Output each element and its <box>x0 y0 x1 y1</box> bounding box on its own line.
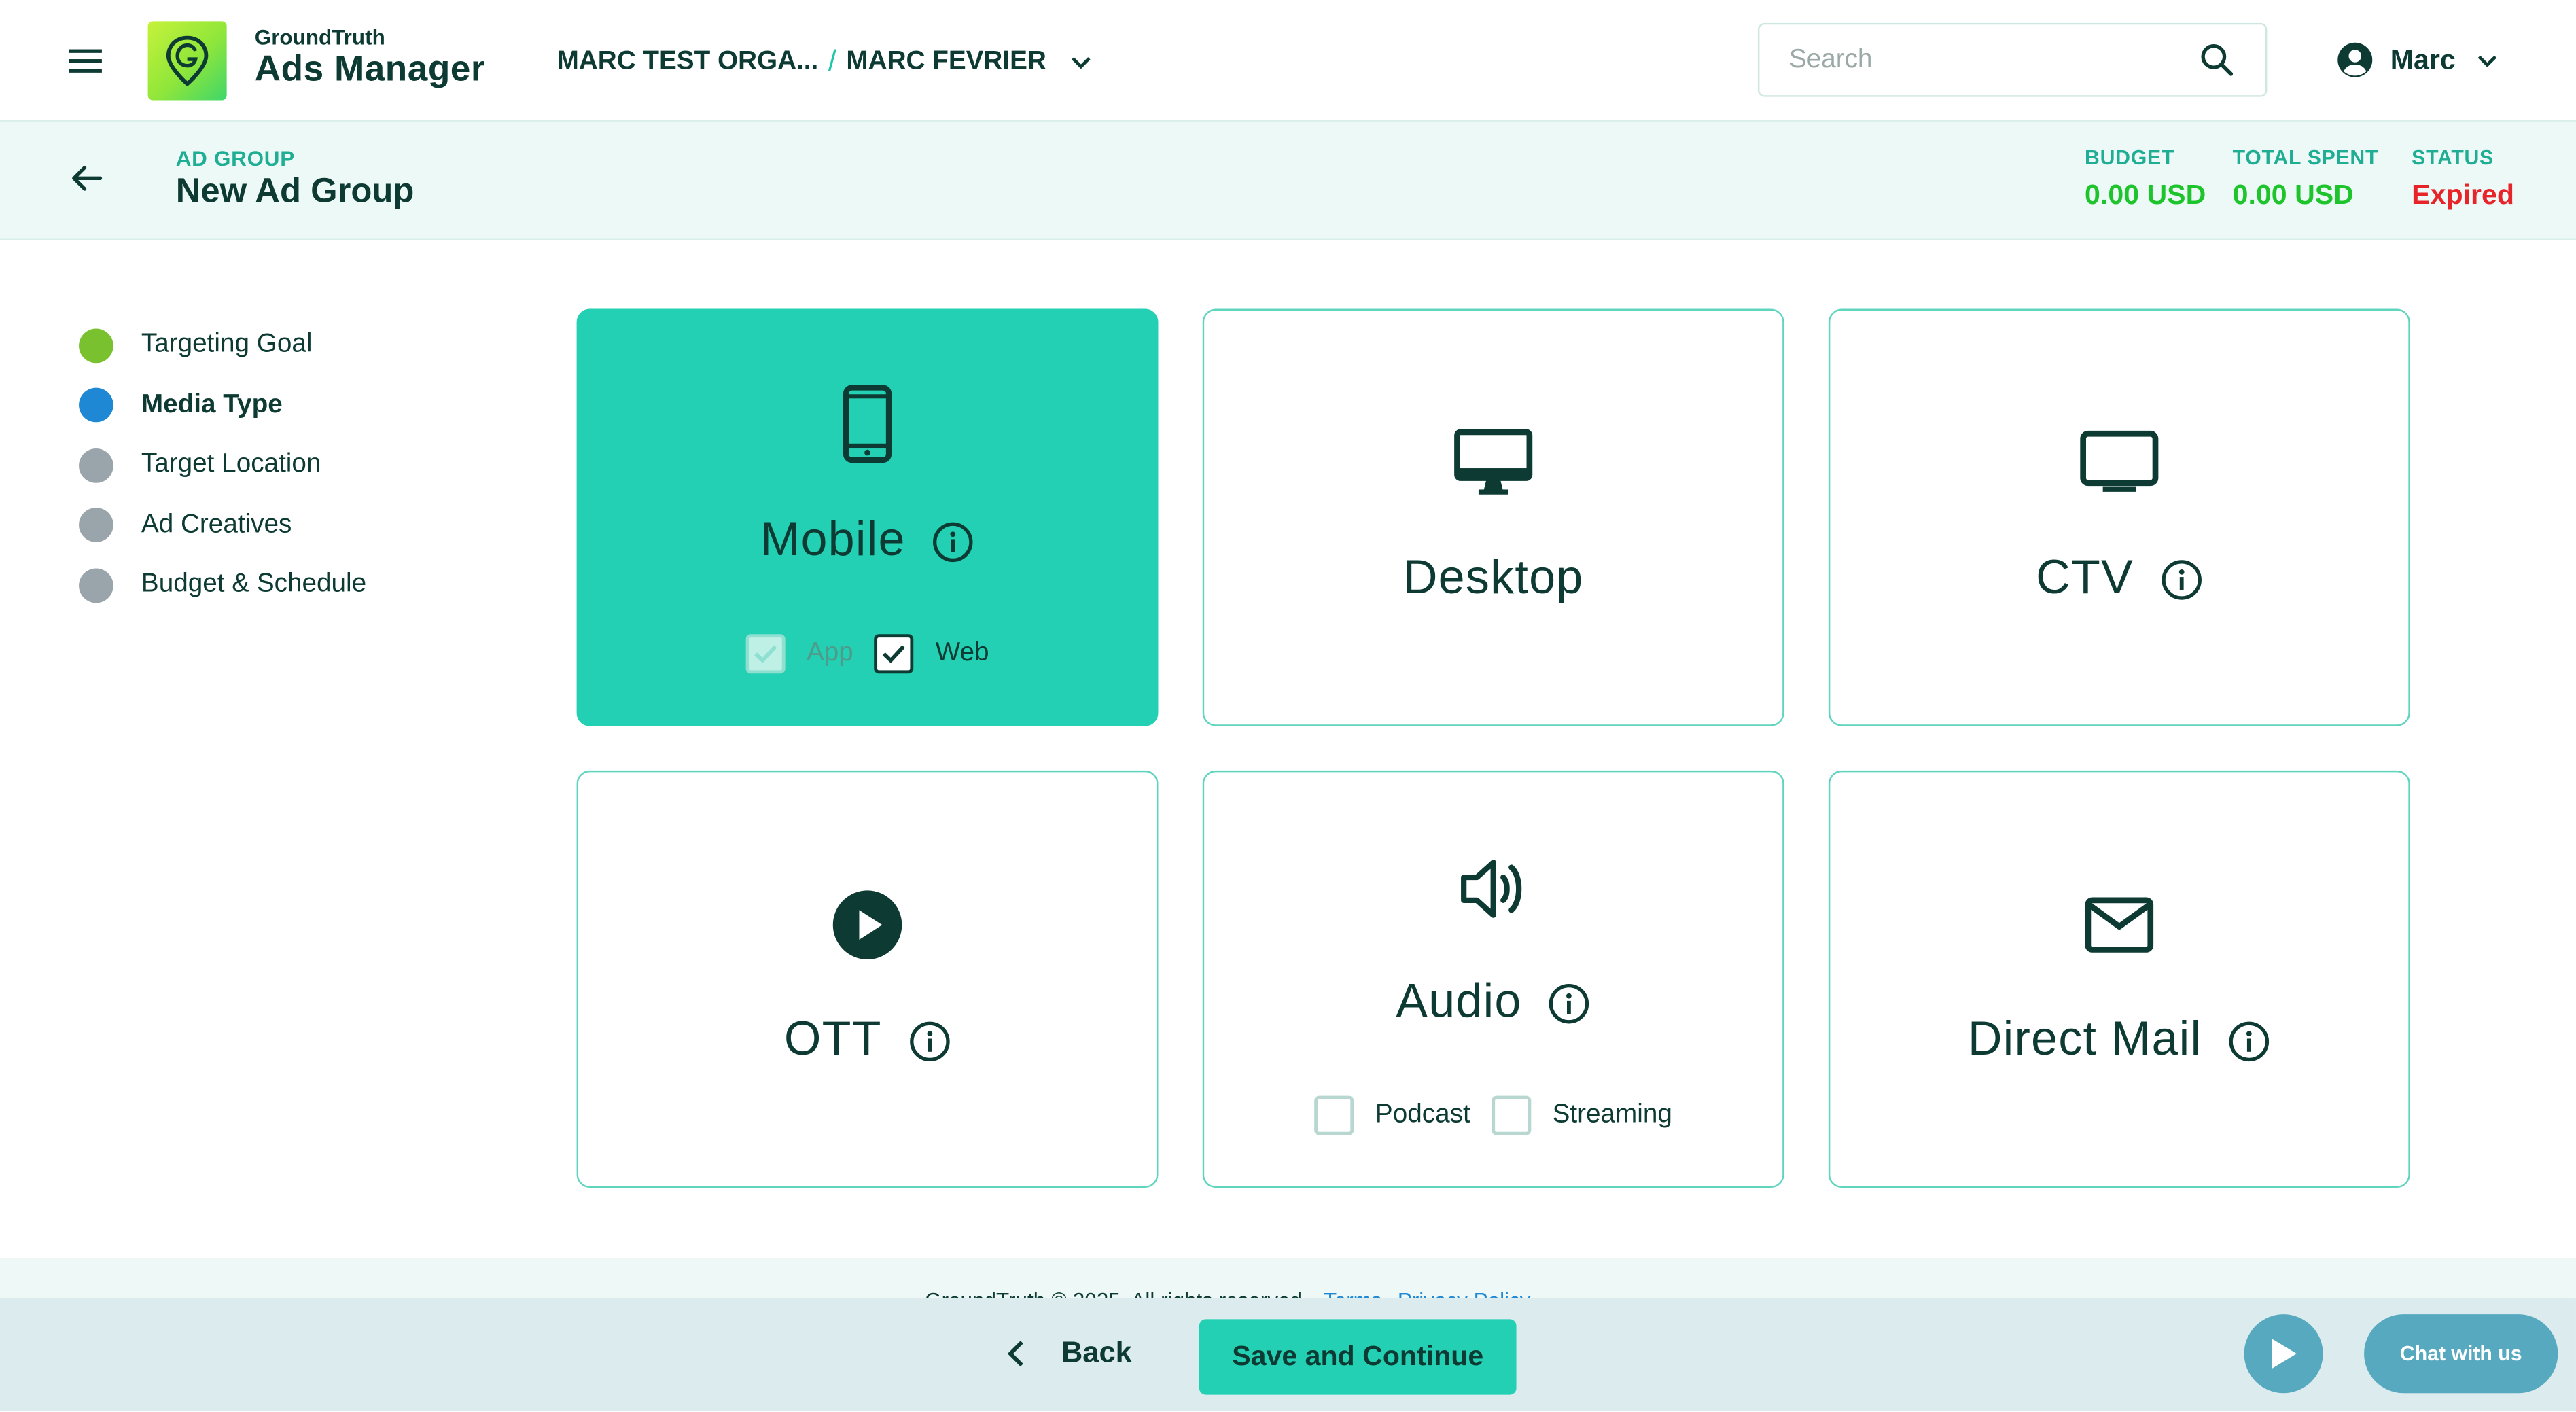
media-title: Direct Mail <box>1967 1013 2202 1067</box>
total-spent-label: TOTAL SPENT <box>2232 146 2379 170</box>
step-label: Target Location <box>141 451 321 479</box>
user-menu[interactable]: Marc <box>2336 41 2499 79</box>
status-label: STATUS <box>2412 146 2494 170</box>
info-icon[interactable] <box>908 1019 951 1062</box>
top-header: GroundTruth Ads Manager MARC TEST ORGA..… <box>0 0 2576 122</box>
smartphone-icon <box>578 385 1157 463</box>
option-web[interactable]: Web <box>875 634 989 674</box>
speaker-icon <box>1204 854 1782 923</box>
location-pin-g-icon <box>166 35 209 87</box>
podcast-checkbox[interactable] <box>1314 1095 1354 1135</box>
step-status-dot <box>79 388 113 423</box>
checkmark-icon <box>754 645 777 664</box>
option-label: Streaming <box>1552 1100 1672 1129</box>
page-footer: GroundTruth © 2025. All rights reserved.… <box>0 1258 2576 1301</box>
app-checkbox[interactable] <box>745 634 786 674</box>
chevron-down-icon <box>2477 54 2496 67</box>
media-title: Audio <box>1396 976 1522 1029</box>
media-card-ott[interactable]: OTT <box>576 770 1159 1188</box>
step-status-dot <box>79 567 113 603</box>
streaming-checkbox[interactable] <box>1492 1095 1532 1135</box>
action-bar: Back Save and Continue Chat with us <box>0 1297 2576 1411</box>
hamburger-menu-icon[interactable] <box>67 43 103 79</box>
back-button[interactable]: Back <box>1006 1336 1132 1371</box>
option-label: Web <box>935 639 989 667</box>
media-title: Mobile <box>760 514 906 567</box>
step-budget-schedule[interactable]: Budget & Schedule <box>79 555 366 615</box>
option-label: Podcast <box>1375 1100 1470 1129</box>
step-media-type[interactable]: Media Type <box>79 375 366 435</box>
status-stat: STATUS Expired <box>2412 146 2514 212</box>
save-and-continue-button[interactable]: Save and Continue <box>1199 1319 1517 1395</box>
user-avatar-icon <box>2337 42 2373 77</box>
search-icon[interactable] <box>2200 43 2234 86</box>
option-app[interactable]: App <box>745 634 853 674</box>
groundtruth-logo[interactable] <box>147 21 227 101</box>
org-name: MARC TEST ORGA... <box>557 46 819 75</box>
media-card-desktop[interactable]: Desktop <box>1202 308 1784 726</box>
total-spent-value: 0.00 USD <box>2232 179 2354 211</box>
step-label: Budget & Schedule <box>141 570 367 599</box>
budget-label: BUDGET <box>2085 146 2175 170</box>
search-box <box>1757 22 2268 97</box>
info-icon[interactable] <box>2160 558 2203 601</box>
page-title: New Ad Group <box>175 172 414 211</box>
total-spent-stat: TOTAL SPENT 0.00 USD <box>2233 146 2379 212</box>
status-badge: Expired <box>2412 179 2514 211</box>
play-icon <box>2272 1339 2297 1369</box>
account-name: MARC FEVRIER <box>846 46 1046 75</box>
media-card-mobile[interactable]: Mobile App Web <box>576 308 1159 726</box>
brand-product-name: Ads Manager <box>254 48 486 89</box>
web-checkbox[interactable] <box>875 634 915 674</box>
media-title: CTV <box>2036 552 2134 605</box>
wizard-steps: Targeting Goal Media Type Target Locatio… <box>79 315 366 615</box>
step-ad-creatives[interactable]: Ad Creatives <box>79 495 366 555</box>
option-label: App <box>806 639 853 667</box>
info-icon[interactable] <box>932 520 974 563</box>
step-targeting-goal[interactable]: Targeting Goal <box>79 315 366 375</box>
media-card-direct-mail[interactable]: Direct Mail <box>1828 770 2410 1188</box>
user-name: Marc <box>2390 43 2456 75</box>
checkmark-icon <box>883 645 906 664</box>
section-label: AD GROUP <box>175 146 295 171</box>
video-tutorial-button[interactable] <box>2244 1314 2323 1394</box>
step-label: Media Type <box>141 390 283 419</box>
desktop-monitor-icon <box>1204 429 1782 498</box>
info-icon[interactable] <box>1548 982 1591 1025</box>
chevron-down-icon <box>1071 56 1091 69</box>
tv-icon <box>1830 430 2408 496</box>
app-root: GroundTruth Ads Manager MARC TEST ORGA..… <box>0 0 2576 1411</box>
step-target-location[interactable]: Target Location <box>79 436 366 495</box>
organization-switcher[interactable]: MARC TEST ORGA... / MARC FEVRIER <box>557 44 1093 79</box>
step-label: Ad Creatives <box>141 510 292 539</box>
media-title: Desktop <box>1402 552 1584 605</box>
back-arrow-icon[interactable] <box>69 161 104 204</box>
step-status-dot <box>79 328 113 363</box>
budget-stat: BUDGET 0.00 USD <box>2085 146 2206 212</box>
mail-envelope-icon <box>1830 896 2408 955</box>
media-card-audio[interactable]: Audio Podcast Streaming <box>1202 770 1784 1188</box>
budget-value: 0.00 USD <box>2085 179 2206 211</box>
play-circle-icon <box>578 889 1157 961</box>
media-title: OTT <box>783 1013 882 1067</box>
info-icon[interactable] <box>2228 1019 2271 1062</box>
search-input[interactable] <box>1788 42 2184 80</box>
chevron-left-icon <box>1007 1340 1023 1366</box>
chat-with-us-button[interactable]: Chat with us <box>2364 1314 2558 1394</box>
step-label: Targeting Goal <box>141 330 313 359</box>
step-status-dot <box>79 508 113 543</box>
org-separator: / <box>828 44 836 77</box>
back-label: Back <box>1061 1335 1132 1369</box>
step-status-dot <box>79 448 113 483</box>
ad-group-header: AD GROUP New Ad Group BUDGET 0.00 USD TO… <box>0 121 2576 240</box>
option-podcast[interactable]: Podcast <box>1314 1095 1470 1135</box>
option-streaming[interactable]: Streaming <box>1492 1095 1672 1135</box>
brand-company-name: GroundTruth <box>254 24 385 50</box>
media-card-ctv[interactable]: CTV <box>1828 308 2410 726</box>
